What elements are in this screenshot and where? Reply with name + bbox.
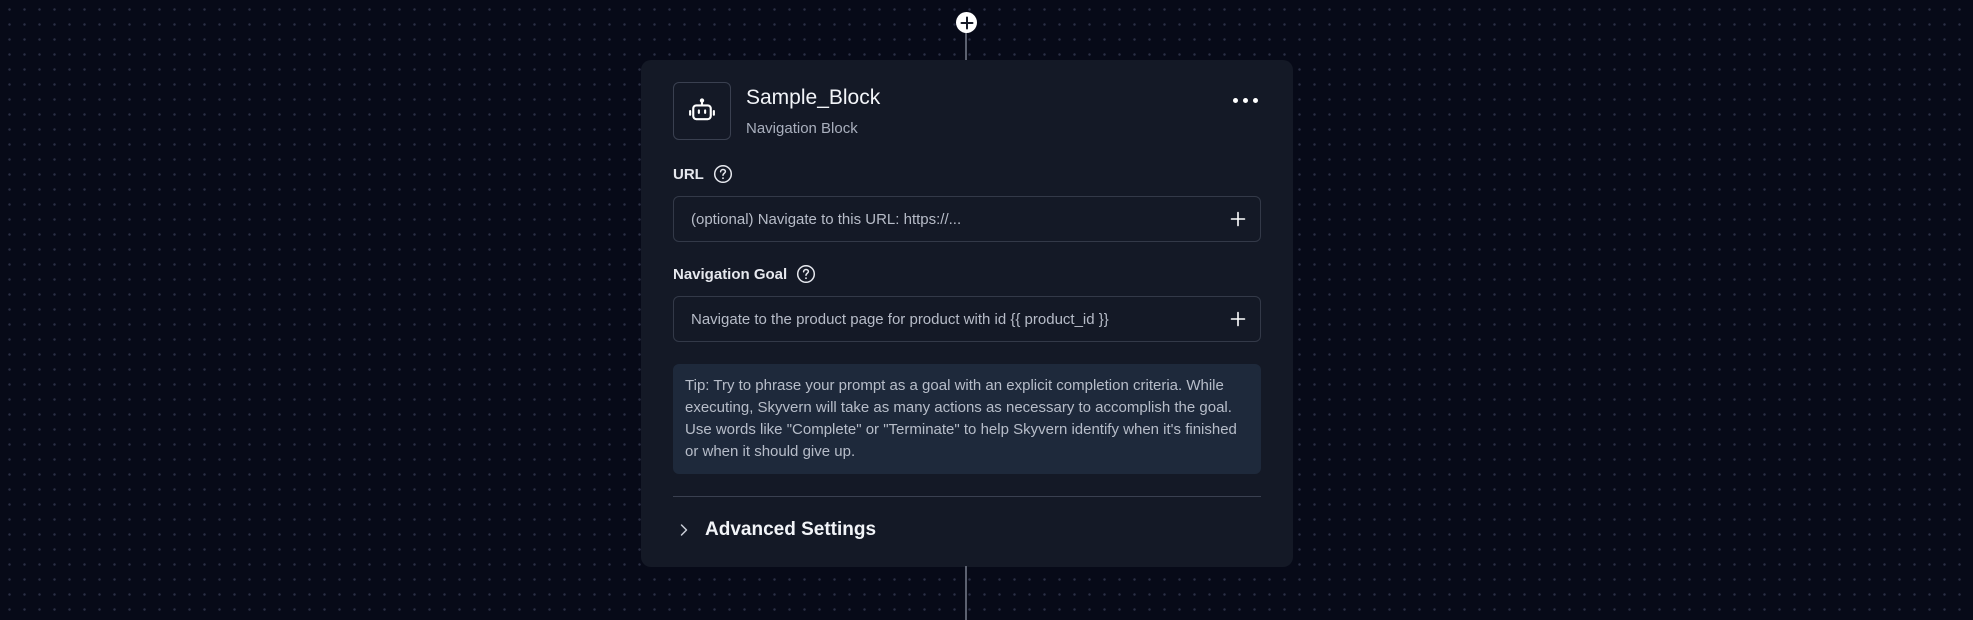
url-label-row: URL	[673, 164, 1261, 184]
navigation-block-node[interactable]: Sample_Block Navigation Block URL Naviga…	[641, 60, 1293, 567]
robot-icon	[689, 98, 715, 121]
navigation-goal-label-row: Navigation Goal	[673, 264, 1261, 284]
advanced-settings-toggle[interactable]: Advanced Settings	[673, 519, 1261, 541]
navigation-goal-input[interactable]: Navigate to the product page for product…	[674, 311, 1216, 328]
edge-line-bottom	[965, 566, 967, 620]
node-title: Sample_Block	[746, 86, 881, 109]
plus-icon	[1230, 211, 1246, 227]
node-subtitle: Navigation Block	[746, 120, 858, 137]
node-header: Sample_Block Navigation Block	[673, 82, 1261, 142]
add-parameter-button[interactable]	[1216, 197, 1260, 241]
navigation-goal-label: Navigation Goal	[673, 265, 788, 283]
navigation-goal-input-container: Navigate to the product page for product…	[673, 296, 1261, 342]
help-icon[interactable]	[796, 264, 816, 284]
advanced-settings-label: Advanced Settings	[705, 519, 877, 540]
url-input[interactable]	[674, 197, 1216, 241]
chevron-right-icon	[680, 524, 688, 536]
divider	[673, 496, 1261, 497]
help-icon[interactable]	[713, 164, 733, 184]
add-node-button[interactable]	[956, 12, 977, 33]
node-icon-container	[673, 82, 731, 140]
more-options-button[interactable]	[1227, 88, 1263, 112]
add-parameter-button[interactable]	[1216, 297, 1260, 341]
more-horizontal-icon	[1232, 97, 1238, 103]
url-label: URL	[673, 165, 704, 183]
url-input-container	[673, 196, 1261, 242]
tip-box: Tip: Try to phrase your prompt as a goal…	[673, 364, 1261, 474]
plus-icon	[960, 16, 973, 29]
plus-icon	[1230, 311, 1246, 327]
